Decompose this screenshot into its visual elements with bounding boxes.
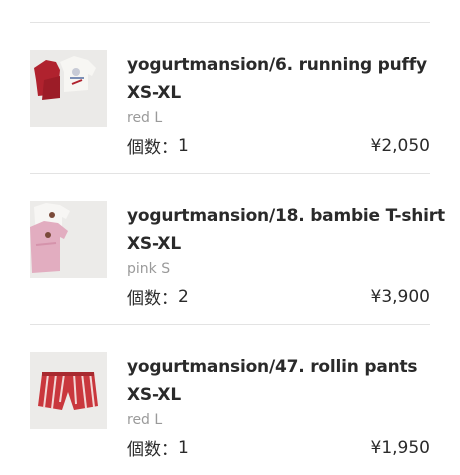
product-thumbnail[interactable] xyxy=(30,201,107,278)
quantity: 個数： 1 xyxy=(127,133,189,159)
item-price: ¥1,950 xyxy=(370,437,430,458)
product-info: yogurtmansion/18. bambie T-shirt XS-XL p… xyxy=(127,202,445,279)
product-thumbnail[interactable] xyxy=(30,352,107,429)
quantity: 個数： 1 xyxy=(127,435,189,461)
product-size-range: XS-XL xyxy=(127,83,181,103)
quantity-price-row: 個数： 1 ¥1,950 xyxy=(127,435,430,461)
quantity-value: 1 xyxy=(178,135,189,156)
quantity-label: 個数： xyxy=(127,289,178,309)
product-name[interactable]: yogurtmansion/47. rollin pants xyxy=(127,353,430,381)
product-image-running-puffy xyxy=(30,50,107,127)
product-variant: red L xyxy=(127,110,163,126)
quantity-price-row: 個数： 1 ¥2,050 xyxy=(127,133,430,159)
quantity-value: 2 xyxy=(178,286,189,307)
cart-item: yogurtmansion/47. rollin pants XS-XL red… xyxy=(30,325,430,475)
quantity-label: 個数： xyxy=(127,440,178,460)
product-variant: red L xyxy=(127,412,163,428)
product-name[interactable]: yogurtmansion/18. bambie T-shirt xyxy=(127,202,445,230)
cart-item: yogurtmansion/6. running puffy XS-XL red… xyxy=(30,23,430,173)
quantity-value: 1 xyxy=(178,437,189,458)
quantity-price-row: 個数： 2 ¥3,900 xyxy=(127,284,430,310)
product-image-bambie-tshirt xyxy=(30,201,107,278)
product-info: yogurtmansion/47. rollin pants XS-XL red… xyxy=(127,353,430,430)
product-size-range: XS-XL xyxy=(127,234,181,254)
cart-item: yogurtmansion/18. bambie T-shirt XS-XL p… xyxy=(30,174,445,324)
item-price: ¥3,900 xyxy=(370,286,430,307)
quantity-label: 個数： xyxy=(127,138,178,158)
cart-item-list: yogurtmansion/6. running puffy XS-XL red… xyxy=(30,0,445,475)
list-top-spacer xyxy=(30,0,430,22)
product-info: yogurtmansion/6. running puffy XS-XL red… xyxy=(127,51,430,128)
quantity: 個数： 2 xyxy=(127,284,189,310)
product-name[interactable]: yogurtmansion/6. running puffy xyxy=(127,51,430,79)
item-price: ¥2,050 xyxy=(370,135,430,156)
product-image-rollin-pants xyxy=(30,352,107,429)
product-size-range: XS-XL xyxy=(127,385,181,405)
product-thumbnail[interactable] xyxy=(30,50,107,127)
product-variant: pink S xyxy=(127,261,171,277)
